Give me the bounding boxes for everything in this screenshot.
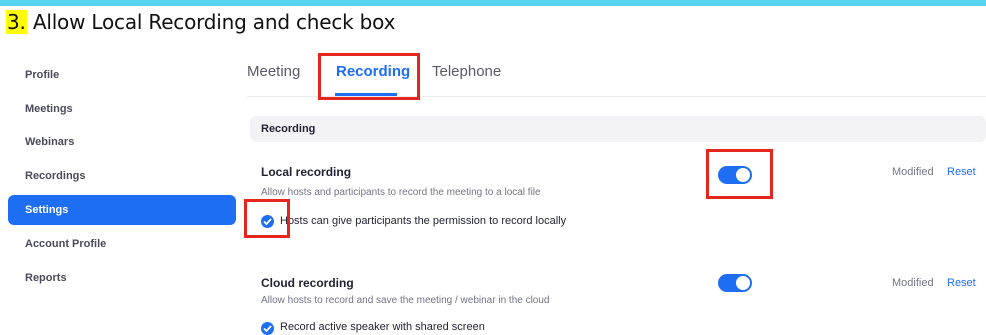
local-recording-reset-link[interactable]: Reset xyxy=(947,166,976,178)
cloud-speaker-label: Record active speaker with shared screen xyxy=(280,321,485,333)
local-recording-description: Allow hosts and participants to record t… xyxy=(261,187,541,198)
sidebar-item-webinars[interactable]: Webinars xyxy=(8,127,236,157)
cloud-recording-description: Allow hosts to record and save the meeti… xyxy=(261,295,550,306)
highlight-permission-checkbox xyxy=(244,199,290,238)
cloud-recording-title: Cloud recording xyxy=(261,276,354,290)
tab-telephone[interactable]: Telephone xyxy=(432,63,501,80)
step-number: 3. xyxy=(6,10,27,34)
local-recording-modified: Modified xyxy=(892,166,934,178)
top-border xyxy=(0,0,986,6)
highlight-local-toggle xyxy=(706,149,773,199)
local-permission-label: Hosts can give participants the permissi… xyxy=(280,215,567,227)
sidebar-item-profile[interactable]: Profile xyxy=(8,60,236,90)
section-header: Recording xyxy=(250,116,986,142)
cloud-recording-reset-link[interactable]: Reset xyxy=(947,277,976,289)
sidebar-item-meetings[interactable]: Meetings xyxy=(8,94,236,124)
tab-meeting[interactable]: Meeting xyxy=(247,63,300,80)
highlight-recording-tab xyxy=(318,53,420,100)
sidebar-item-recordings[interactable]: Recordings xyxy=(8,161,236,191)
sidebar-item-account-profile[interactable]: Account Profile xyxy=(8,229,236,259)
sidebar-item-reports[interactable]: Reports xyxy=(8,263,236,293)
step-text: Allow Local Recording and check box xyxy=(32,10,396,34)
local-recording-title: Local recording xyxy=(261,165,352,179)
cloud-recording-toggle[interactable] xyxy=(718,274,752,292)
step-title: 3. Allow Local Recording and check box xyxy=(6,10,395,34)
sidebar-item-settings[interactable]: Settings xyxy=(8,195,236,225)
toggle-knob xyxy=(736,276,750,290)
cloud-recording-modified: Modified xyxy=(892,277,934,289)
